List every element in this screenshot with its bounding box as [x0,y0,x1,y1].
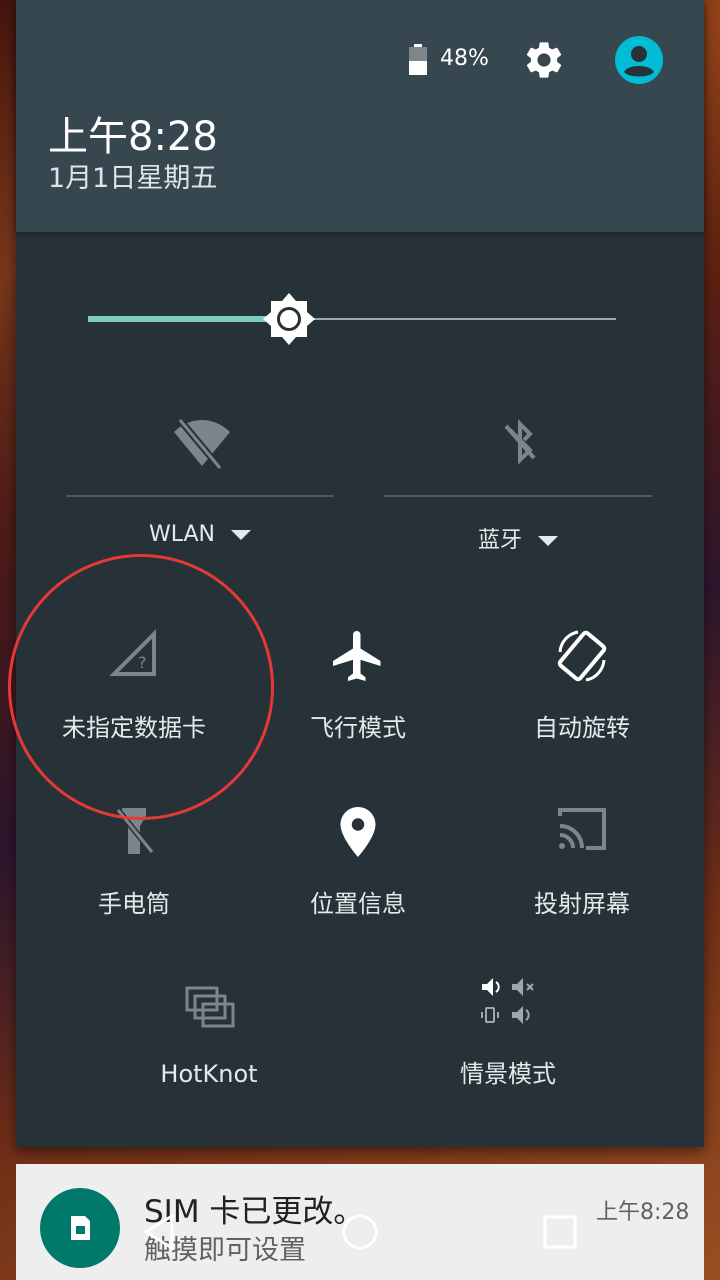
location-tile[interactable]: 位置信息 [246,802,470,932]
cast-screen-tile[interactable]: 投射屏幕 [470,802,694,932]
recent-apps-icon[interactable] [542,1214,578,1250]
brightness-thumb-icon[interactable] [262,292,316,346]
chevron-down-icon [538,536,558,546]
battery-percent: 48% [440,46,489,71]
location-label: 位置信息 [310,890,406,918]
gear-icon[interactable] [522,38,566,82]
airplane-mode-label: 飞行模式 [310,714,406,742]
location-icon [340,807,376,857]
clock-time: 上午8:28 [48,114,218,160]
hotknot-icon [185,986,235,1028]
bluetooth-divider [384,495,652,497]
home-icon[interactable] [340,1212,380,1252]
clock-date: 1月1日星期五 [48,163,218,194]
airplane-icon [333,631,381,681]
bluetooth-tile[interactable]: 蓝牙 [384,410,652,560]
brightness-fill [88,316,290,322]
battery-icon [409,44,427,75]
wlan-divider [66,495,334,497]
notification-icon-badge [40,1188,120,1268]
cast-screen-label: 投射屏幕 [534,890,630,918]
auto-rotate-icon [557,630,607,682]
airplane-mode-tile[interactable]: 飞行模式 [246,626,470,756]
notification-time: 上午8:28 [596,1200,690,1225]
wifi-off-icon [174,417,230,471]
brightness-track[interactable] [276,318,616,320]
bluetooth-label[interactable]: 蓝牙 [384,522,652,554]
bluetooth-off-icon [504,419,536,465]
quick-settings-header: 48% 上午8:28 1月1日星期五 [16,0,704,232]
audio-profile-label: 情景模式 [460,1060,556,1088]
wlan-label[interactable]: WLAN [66,522,334,547]
chevron-down-icon [231,530,252,540]
flashlight-tile[interactable]: 手电筒 [22,802,246,932]
user-avatar-icon[interactable] [614,35,664,85]
audio-profile-tile[interactable]: 情景模式 [396,972,620,1102]
hotknot-tile[interactable]: HotKnot [97,978,321,1108]
sim-card-icon [71,1216,90,1240]
wlan-tile[interactable]: WLAN [66,410,334,560]
cast-icon [558,808,606,850]
highlight-circle [8,554,274,820]
auto-rotate-label: 自动旋转 [534,714,630,742]
hotknot-label: HotKnot [160,1060,258,1088]
back-icon[interactable] [140,1212,180,1252]
auto-rotate-tile[interactable]: 自动旋转 [470,626,694,756]
audio-profile-icon [481,978,534,1024]
flashlight-label: 手电筒 [98,890,170,918]
